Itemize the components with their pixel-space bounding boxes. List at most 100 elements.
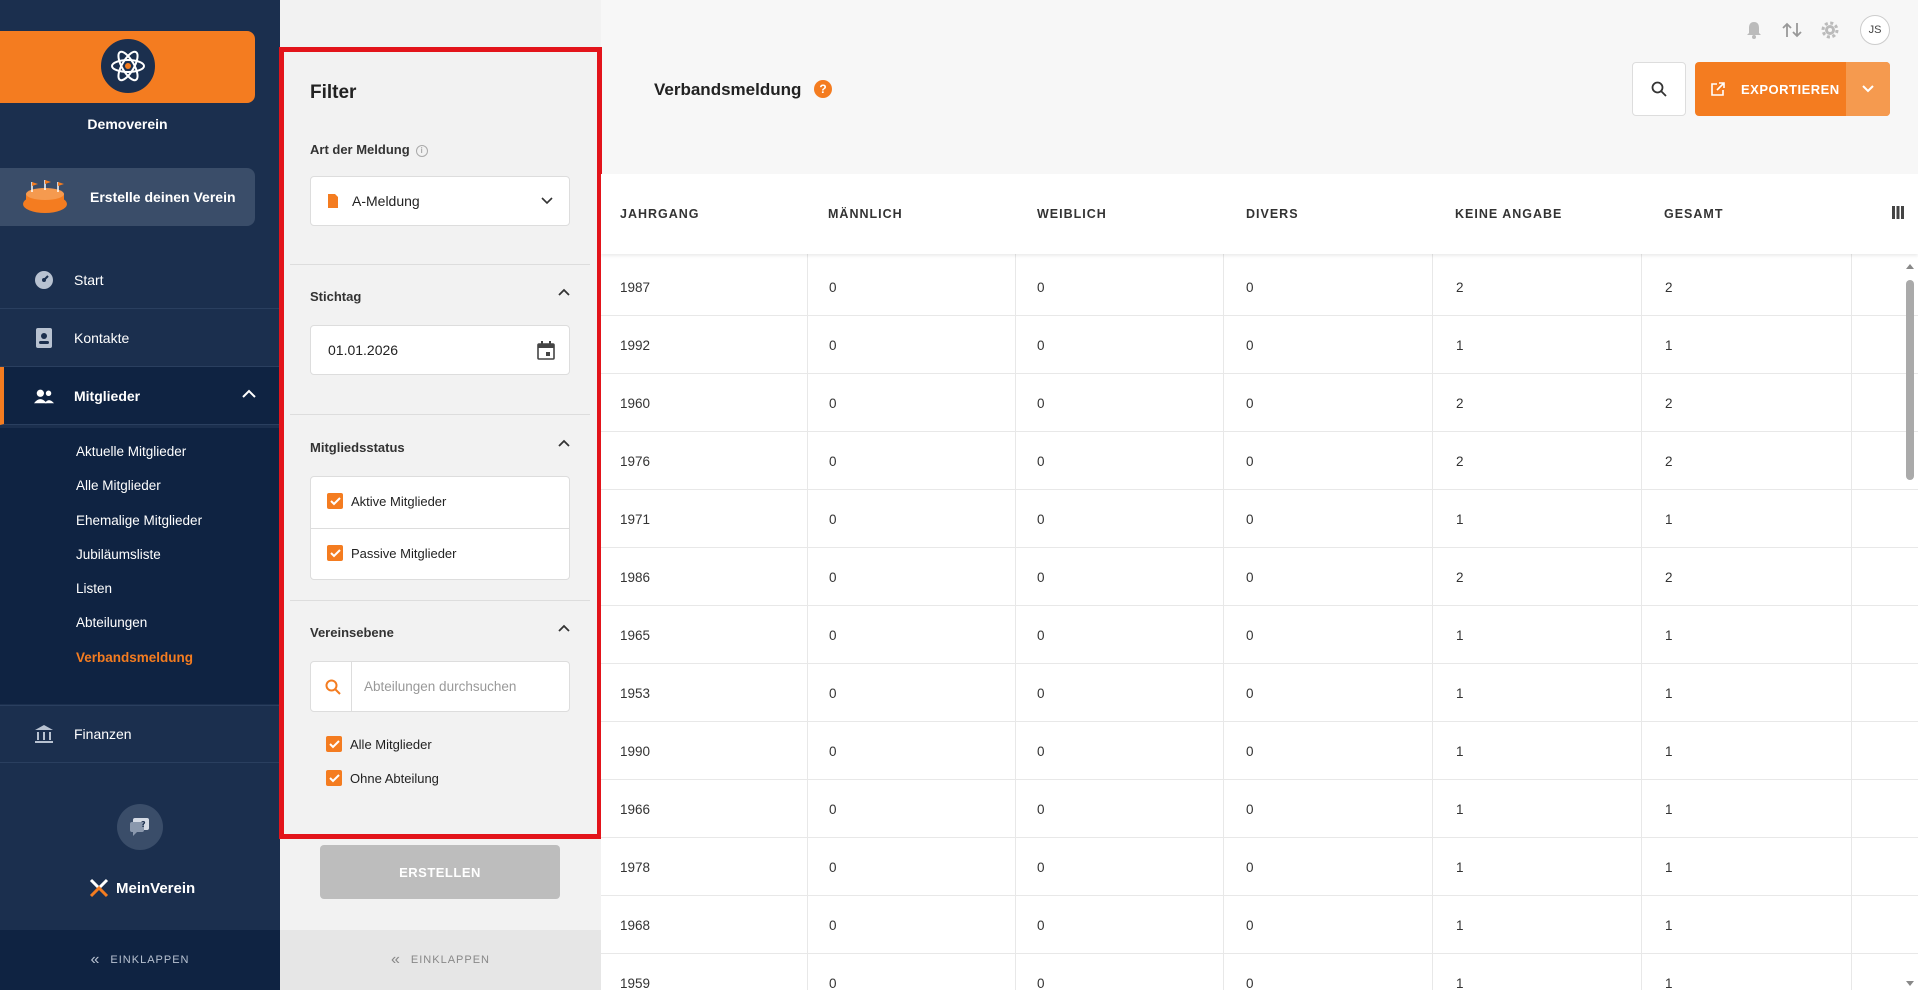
column-header-divers[interactable]: DIVERS (1246, 174, 1299, 254)
club-logo-icon[interactable] (98, 36, 158, 96)
filter-highlight-frame (279, 47, 602, 839)
submenu-item-abteilungen[interactable]: Abteilungen (76, 615, 147, 630)
table-cell: 0 (1246, 569, 1254, 585)
table-cell: 2 (1665, 453, 1673, 469)
search-button[interactable] (1632, 62, 1686, 116)
double-chevron-left-icon: « (391, 951, 401, 968)
nav-item-mitglieder[interactable]: Mitglieder (0, 367, 280, 425)
export-dropdown-toggle[interactable] (1846, 62, 1890, 116)
submenu-item-aktuelle-mitglieder[interactable]: Aktuelle Mitglieder (76, 444, 186, 459)
double-chevron-left-icon: « (90, 951, 101, 968)
table-cell: 2 (1456, 395, 1464, 411)
table-cell: 0 (1037, 337, 1045, 353)
table-cell: 0 (1037, 743, 1045, 759)
table-row[interactable]: 1960 0 0 0 2 2 (601, 374, 1918, 432)
meinverein-logo-icon (89, 878, 109, 898)
create-club-label: Erstelle deinen Verein (90, 189, 236, 205)
table-cell: 0 (1037, 395, 1045, 411)
submenu-item-jubilaeumsliste[interactable]: Jubiläumsliste (76, 547, 161, 562)
scroll-down-arrow-icon[interactable] (1905, 980, 1915, 988)
table-cell: 0 (1037, 801, 1045, 817)
help-icon[interactable]: ? (814, 80, 832, 98)
user-avatar[interactable]: JS (1860, 15, 1890, 45)
table-cell: 0 (829, 337, 837, 353)
external-link-icon (1711, 82, 1725, 96)
bell-icon[interactable] (1742, 18, 1766, 42)
table-cell: 1971 (620, 511, 651, 527)
nav-label-start: Start (74, 271, 104, 288)
bank-icon (34, 724, 54, 744)
create-club-button[interactable]: Erstelle deinen Verein (0, 168, 255, 226)
table-cell: 1 (1665, 917, 1673, 933)
submenu-item-listen[interactable]: Listen (76, 581, 112, 596)
help-chat-icon[interactable]: ? (117, 804, 163, 850)
table-row[interactable]: 1986 0 0 0 2 2 (601, 548, 1918, 606)
filter-collapse-button[interactable]: « EINKLAPPEN (280, 930, 601, 990)
table-row[interactable]: 1971 0 0 0 1 1 (601, 490, 1918, 548)
table-cell: 0 (1037, 917, 1045, 933)
table-row[interactable]: 1992 0 0 0 1 1 (601, 316, 1918, 374)
column-header-weiblich[interactable]: WEIBLICH (1037, 174, 1107, 254)
table-cell: 0 (829, 569, 837, 585)
chevron-up-icon[interactable] (242, 389, 256, 399)
page-title: Verbandsmeldung (654, 80, 802, 99)
table-row[interactable]: 1968 0 0 0 1 1 (601, 896, 1918, 954)
table-cell: 1960 (620, 395, 651, 411)
scroll-thumb[interactable] (1906, 280, 1914, 480)
table-cell: 2 (1665, 395, 1673, 411)
submenu-item-alle-mitglieder[interactable]: Alle Mitglieder (76, 478, 161, 493)
table-cell: 0 (1037, 859, 1045, 875)
table-cell: 0 (829, 511, 837, 527)
table-cell: 2 (1665, 569, 1673, 585)
table-row[interactable]: 1978 0 0 0 1 1 (601, 838, 1918, 896)
table-cell: 0 (1246, 801, 1254, 817)
table-cell: 1 (1456, 975, 1464, 990)
submenu-item-ehemalige-mitglieder[interactable]: Ehemalige Mitglieder (76, 513, 202, 528)
table-cell: 0 (1246, 337, 1254, 353)
table-cell: 0 (829, 917, 837, 933)
table-cell: 0 (1246, 743, 1254, 759)
people-icon (34, 386, 54, 406)
create-button[interactable]: ERSTELLEN (320, 845, 560, 899)
table-cell: 1 (1665, 801, 1673, 817)
gear-icon[interactable] (1818, 18, 1842, 42)
table-cell: 1976 (620, 453, 651, 469)
table-row[interactable]: 1959 0 0 0 1 1 (601, 954, 1918, 990)
column-header-jahrgang[interactable]: JAHRGANG (620, 174, 700, 254)
nav-item-finanzen[interactable]: Finanzen (0, 705, 280, 763)
column-header-maennlich[interactable]: MÄNNLICH (828, 174, 903, 254)
table-cell: 0 (1037, 511, 1045, 527)
scroll-up-arrow-icon[interactable] (1905, 262, 1915, 270)
table-cell: 1 (1665, 337, 1673, 353)
sidebar-collapse-button[interactable]: « EINKLAPPEN (0, 930, 280, 990)
table-cell: 0 (1246, 975, 1254, 990)
table-cell: 0 (829, 453, 837, 469)
nav-item-start[interactable]: Start (0, 251, 280, 309)
contact-card-icon (34, 327, 54, 348)
table-row[interactable]: 1965 0 0 0 1 1 (601, 606, 1918, 664)
table-scrollbar[interactable] (1904, 262, 1914, 990)
table-cell: 1978 (620, 859, 651, 875)
column-header-keine-angabe[interactable]: KEINE ANGABE (1455, 174, 1562, 254)
table-row[interactable]: 1976 0 0 0 2 2 (601, 432, 1918, 490)
table-cell: 0 (1246, 395, 1254, 411)
sort-arrows-icon[interactable] (1780, 18, 1804, 42)
table-cell: 0 (1037, 975, 1045, 990)
table-cell: 0 (1246, 917, 1254, 933)
nav-item-kontakte[interactable]: Kontakte (0, 309, 280, 367)
nav-label-finanzen: Finanzen (74, 726, 132, 742)
table-row[interactable]: 1987 0 0 0 2 2 (601, 258, 1918, 316)
table-row[interactable]: 1953 0 0 0 1 1 (601, 664, 1918, 722)
table-cell: 1990 (620, 743, 651, 759)
column-header-gesamt[interactable]: GESAMT (1664, 174, 1723, 254)
table-row[interactable]: 1966 0 0 0 1 1 (601, 780, 1918, 838)
table-row[interactable]: 1990 0 0 0 1 1 (601, 722, 1918, 780)
brand-label: MeinVerein (116, 879, 196, 897)
table-cell: 0 (829, 279, 837, 295)
table-cell: 0 (1246, 627, 1254, 643)
columns-icon[interactable] (1892, 206, 1904, 219)
export-button[interactable]: EXPORTIEREN (1695, 62, 1890, 116)
table-cell: 1966 (620, 801, 651, 817)
submenu-item-verbandsmeldung[interactable]: Verbandsmeldung (76, 650, 193, 665)
table-cell: 0 (1246, 453, 1254, 469)
